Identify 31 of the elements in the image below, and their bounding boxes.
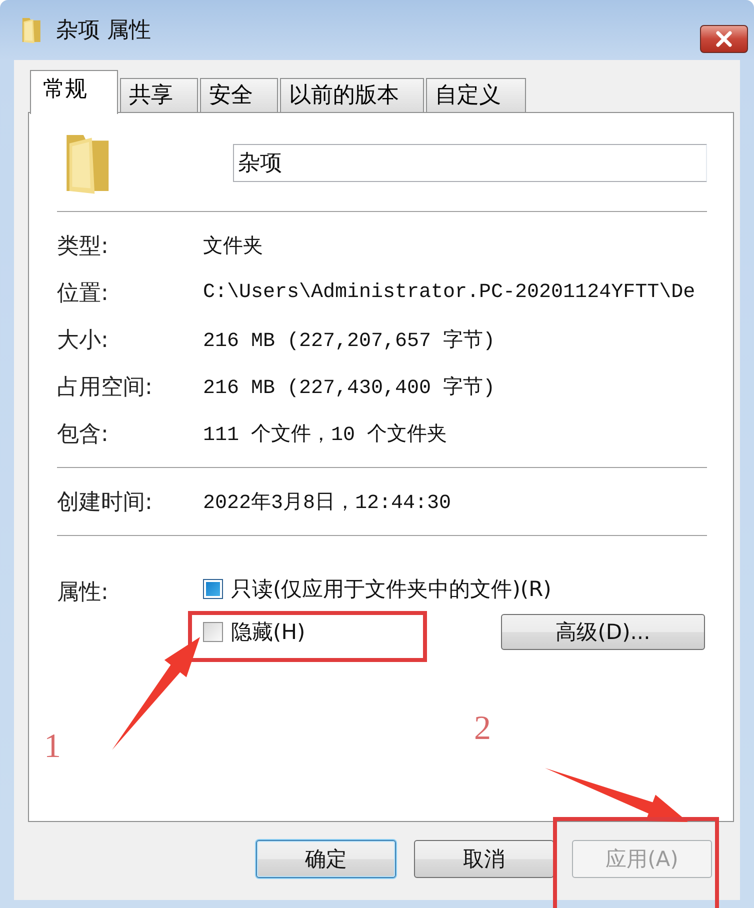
checkbox-box[interactable] — [203, 578, 223, 598]
window-title: 杂项 属性 — [56, 17, 151, 45]
checkbox-box[interactable] — [203, 622, 223, 642]
step-number: 1 — [44, 728, 61, 766]
field-value: 111 个文件，10 个文件夹 — [203, 422, 448, 447]
field-value: 216 MB (227,430,400 字节) — [203, 375, 496, 400]
checkbox-label: 只读(仅应用于文件夹中的文件)(R) — [231, 576, 552, 602]
name-field[interactable]: 杂项 — [233, 144, 707, 182]
field-label: 创建时间: — [57, 488, 154, 516]
tab[interactable]: 共享 — [120, 78, 198, 112]
checkbox-label: 隐藏(H) — [231, 618, 306, 646]
field-label: 位置: — [57, 280, 110, 308]
field-label: 大小: — [57, 326, 110, 354]
advanced-button[interactable]: 高级(D)... — [501, 614, 705, 650]
tab[interactable]: 以前的版本 — [280, 78, 424, 112]
tab[interactable]: 常规 — [30, 70, 118, 114]
attributes-label: 属性: — [57, 579, 110, 607]
field-value: 文件夹 — [203, 234, 263, 259]
step-number: 2 — [474, 710, 491, 748]
dialog-button[interactable]: 确定 — [256, 840, 396, 878]
field-label: 占用空间: — [57, 374, 154, 402]
close-icon — [714, 31, 734, 47]
field-label: 包含: — [57, 420, 110, 448]
tab[interactable]: 自定义 — [426, 78, 526, 112]
field-label: 类型: — [57, 232, 110, 260]
close-button[interactable] — [700, 25, 748, 53]
dialog-button[interactable]: 取消 — [414, 840, 554, 878]
field-value: 216 MB (227,207,657 字节) — [203, 328, 496, 353]
tab[interactable]: 安全 — [200, 78, 278, 112]
field-value: 2022年3月8日，12:44:30 — [203, 491, 452, 515]
field-value: C:\Users\Administrator.PC-20201124YFTT\De — [203, 281, 696, 304]
